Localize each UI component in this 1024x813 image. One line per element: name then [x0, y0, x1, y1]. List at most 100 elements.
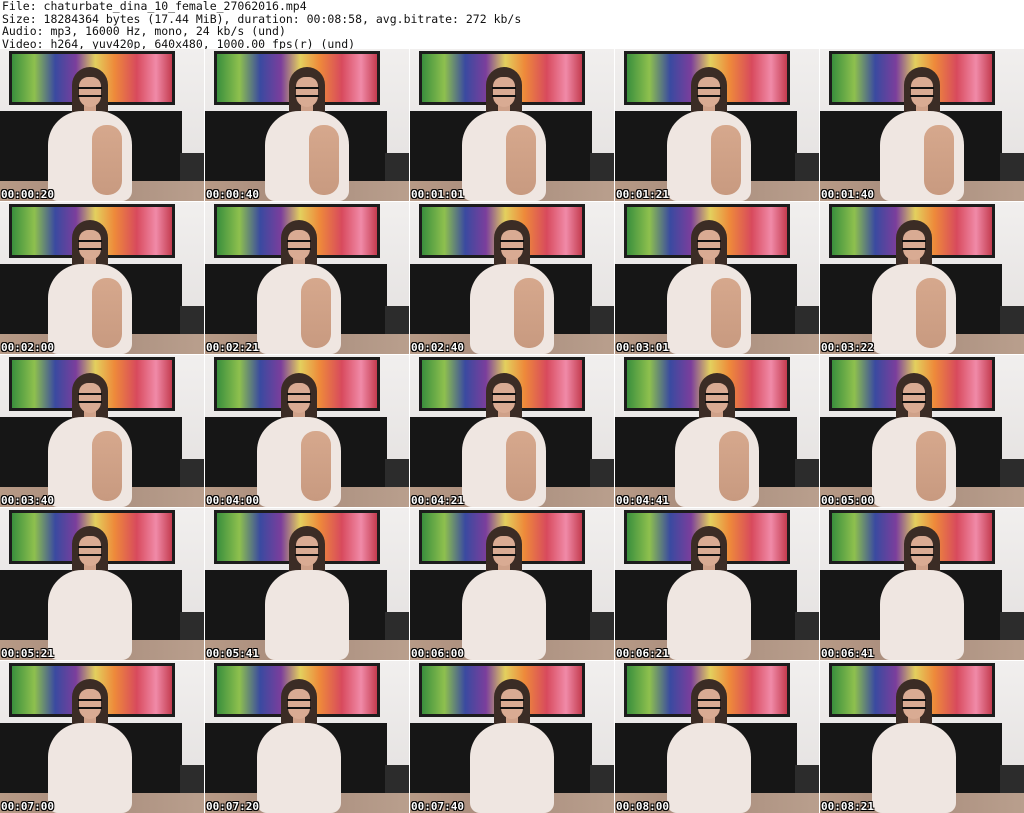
thumbnail-grid: 00:00:20 00:00:40 00:01:01 00:01:21 00:01:40… — [0, 49, 1024, 813]
person-figure — [667, 373, 767, 507]
glasses — [78, 393, 102, 403]
video-thumbnail: 00:06:41 — [820, 508, 1024, 660]
leg — [309, 125, 339, 195]
video-thumbnail: 00:01:21 — [615, 49, 819, 201]
video-thumbnail: 00:01:01 — [410, 49, 614, 201]
thumbnail-timestamp: 00:07:40 — [411, 800, 464, 813]
video-thumbnail: 00:02:00 — [0, 202, 204, 354]
video-thumbnail: 00:08:00 — [615, 661, 819, 813]
leg — [924, 125, 954, 195]
thumbnail-timestamp: 00:01:40 — [821, 188, 874, 201]
torso — [462, 570, 546, 660]
leg — [711, 278, 741, 348]
glasses — [78, 546, 102, 556]
video-thumbnail: 00:05:41 — [205, 508, 409, 660]
person-figure — [454, 373, 554, 507]
person-figure — [454, 526, 554, 660]
thumbnail-timestamp: 00:00:20 — [1, 188, 54, 201]
video-thumbnail: 00:07:20 — [205, 661, 409, 813]
video-thumbnail: 00:01:40 — [820, 49, 1024, 201]
person-figure — [462, 220, 562, 354]
video-thumbnail: 00:04:41 — [615, 355, 819, 507]
torso — [872, 723, 956, 813]
torso — [880, 570, 964, 660]
video-thumbnail: 00:02:40 — [410, 202, 614, 354]
person-figure — [872, 67, 972, 201]
video-thumbnail: 00:04:21 — [410, 355, 614, 507]
leg — [916, 431, 946, 501]
thumbnail-timestamp: 00:02:00 — [1, 341, 54, 354]
person-figure — [659, 67, 759, 201]
person-figure — [40, 373, 140, 507]
thumbnail-timestamp: 00:07:20 — [206, 800, 259, 813]
thumbnail-timestamp: 00:05:41 — [206, 647, 259, 660]
video-thumbnail: 00:03:22 — [820, 202, 1024, 354]
leg — [506, 125, 536, 195]
torso — [257, 723, 341, 813]
person-figure — [659, 679, 759, 813]
person-figure — [462, 679, 562, 813]
thumbnail-timestamp: 00:05:00 — [821, 494, 874, 507]
video-thumbnail: 00:02:21 — [205, 202, 409, 354]
leg — [92, 125, 122, 195]
person-figure — [864, 679, 964, 813]
torso — [48, 723, 132, 813]
thumbnail-timestamp: 00:01:21 — [616, 188, 669, 201]
leg — [719, 431, 749, 501]
video-thumbnail: 00:00:40 — [205, 49, 409, 201]
glasses — [697, 240, 721, 250]
thumbnail-timestamp: 00:03:40 — [1, 494, 54, 507]
person-figure — [257, 67, 357, 201]
video-thumbnail: 00:06:21 — [615, 508, 819, 660]
thumbnail-timestamp: 00:04:41 — [616, 494, 669, 507]
thumbnail-timestamp: 00:05:21 — [1, 647, 54, 660]
glasses — [697, 546, 721, 556]
torso — [667, 570, 751, 660]
video-thumbnail: 00:07:00 — [0, 661, 204, 813]
thumbnail-timestamp: 00:08:00 — [616, 800, 669, 813]
person-figure — [454, 67, 554, 201]
glasses — [492, 393, 516, 403]
person-figure — [257, 526, 357, 660]
glasses — [705, 393, 729, 403]
person-figure — [659, 220, 759, 354]
person-figure — [864, 220, 964, 354]
audio-info-line: Audio: mp3, 16000 Hz, mono, 24 kb/s (und… — [2, 24, 286, 38]
glasses — [287, 240, 311, 250]
leg — [301, 431, 331, 501]
person-figure — [864, 373, 964, 507]
glasses — [902, 240, 926, 250]
person-figure — [40, 220, 140, 354]
torso — [667, 723, 751, 813]
file-info-line: File: chaturbate_dina_10_female_27062016… — [2, 0, 307, 13]
video-thumbnail: 00:03:01 — [615, 202, 819, 354]
glasses — [697, 699, 721, 709]
leg — [506, 431, 536, 501]
thumbnail-timestamp: 00:00:40 — [206, 188, 259, 201]
leg — [92, 431, 122, 501]
torso — [265, 570, 349, 660]
thumbnail-timestamp: 00:07:00 — [1, 800, 54, 813]
glasses — [492, 546, 516, 556]
glasses — [697, 87, 721, 97]
thumbnail-timestamp: 00:03:01 — [616, 341, 669, 354]
person-figure — [659, 526, 759, 660]
glasses — [78, 87, 102, 97]
thumbnail-timestamp: 00:08:21 — [821, 800, 874, 813]
video-thumbnail: 00:08:21 — [820, 661, 1024, 813]
leg — [514, 278, 544, 348]
thumbnail-timestamp: 00:06:21 — [616, 647, 669, 660]
thumbnail-timestamp: 00:06:00 — [411, 647, 464, 660]
torso — [48, 570, 132, 660]
leg — [711, 125, 741, 195]
glasses — [902, 699, 926, 709]
leg — [92, 278, 122, 348]
glasses — [500, 699, 524, 709]
person-figure — [249, 679, 349, 813]
person-figure — [40, 526, 140, 660]
glasses — [295, 87, 319, 97]
glasses — [902, 393, 926, 403]
video-thumbnail: 00:05:00 — [820, 355, 1024, 507]
glasses — [78, 699, 102, 709]
torso — [470, 723, 554, 813]
